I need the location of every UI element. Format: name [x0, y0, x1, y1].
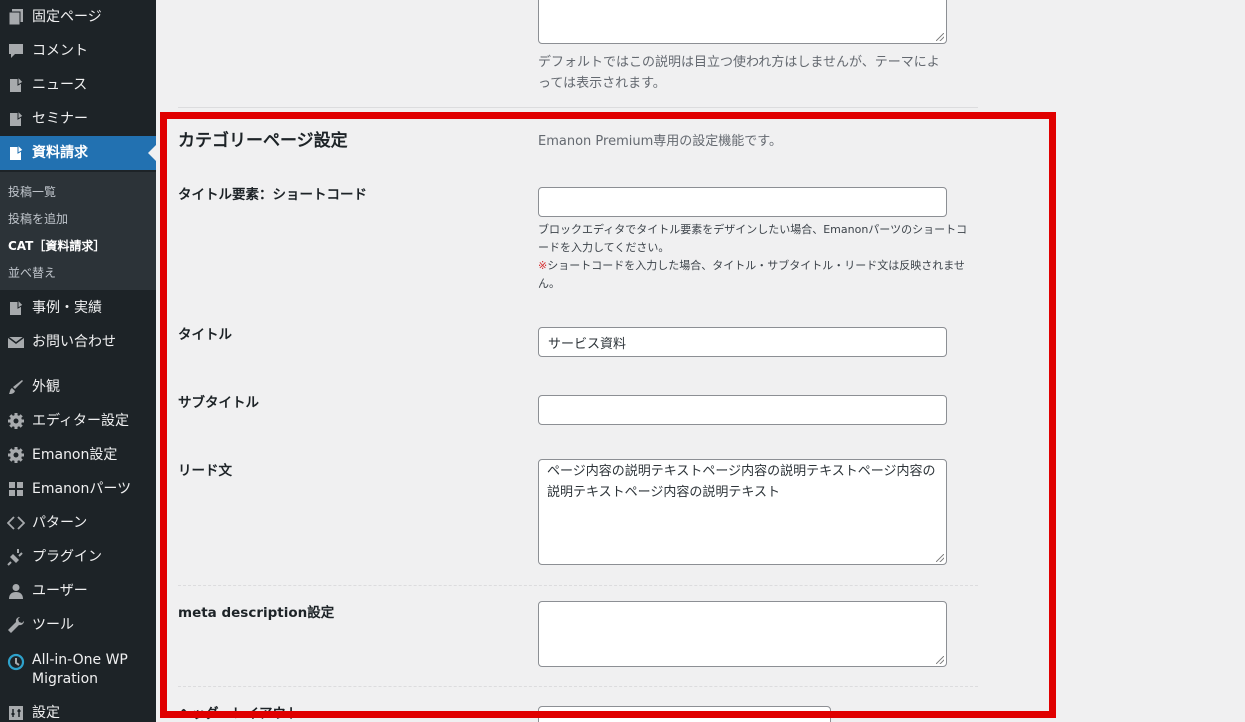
shortcode-input[interactable] [538, 187, 947, 217]
menu-label: エディター設定 [32, 412, 130, 429]
menu-label: ニュース [32, 76, 88, 93]
shortcode-help: ブロックエディタでタイトル要素をデザインしたい場合、Emanonパーツのショート… [538, 221, 968, 294]
migration-icon [0, 651, 32, 671]
lead-text: ページ内容の説明テキストページ内容の説明テキストページ内容の説明テキストページ内… [547, 464, 936, 501]
title-label: タイトル [178, 327, 232, 343]
menu-all-in-one-migration[interactable]: All-in-One WP Migration [0, 643, 156, 693]
diamond-icon [0, 514, 32, 532]
post-icon [0, 110, 32, 128]
wrench-icon [0, 616, 32, 634]
menu-users[interactable]: ユーザー [0, 574, 156, 608]
submenu-sort[interactable]: 並べ替え [0, 259, 156, 286]
menu-label: コメント [32, 42, 88, 59]
section-title: カテゴリーページ設定 [178, 131, 348, 151]
header-layout-select[interactable] [538, 706, 831, 722]
mail-icon [0, 333, 32, 351]
menu-label: Emanonパーツ [32, 480, 132, 497]
menu-comments[interactable]: コメント [0, 34, 156, 68]
user-icon [0, 582, 32, 600]
menu-label: パターン [32, 514, 88, 531]
field-divider [178, 686, 978, 687]
shortcode-label: タイトル要素：ショートコード [178, 187, 367, 203]
description-help: デフォルトではこの説明は目立つ使われ方はしませんが、テーマによっては表示されます… [538, 55, 940, 92]
menu-label: All-in-One WP Migration [32, 652, 128, 687]
menu-contact[interactable]: お問い合わせ [0, 325, 156, 359]
submenu-all-posts[interactable]: 投稿一覧 [0, 178, 156, 205]
post-icon [0, 144, 32, 162]
menu-label: 設定 [32, 704, 60, 721]
title-input[interactable]: サービス資料 [538, 327, 947, 357]
section-note: Emanon Premium専用の設定機能です。 [538, 134, 782, 149]
menu-case-studies[interactable]: 事例・実績 [0, 291, 156, 325]
description-textarea[interactable] [538, 0, 947, 44]
menu-document-request[interactable]: 資料請求 [0, 136, 156, 170]
menu-appearance[interactable]: 外観 [0, 370, 156, 404]
shortcode-help-text: ブロックエディタでタイトル要素をデザインしたい場合、Emanonパーツのショート… [538, 223, 968, 255]
brush-icon [0, 378, 32, 396]
post-icon [0, 299, 32, 317]
warning-text: ショートコードを入力した場合、タイトル・サブタイトル・リード文は反映されません。 [538, 259, 965, 291]
menu-label: 資料請求 [32, 144, 88, 161]
menu-label: セミナー [32, 110, 88, 127]
submenu-add-post[interactable]: 投稿を追加 [0, 205, 156, 232]
menu-label: 事例・実績 [32, 299, 102, 316]
gear-icon [0, 446, 32, 464]
menu-label: ツール [32, 616, 74, 633]
pages-icon [0, 8, 32, 26]
meta-description-label: meta description設定 [178, 605, 335, 621]
subtitle-input[interactable] [538, 395, 947, 425]
menu-label: 外観 [32, 378, 60, 395]
post-icon [0, 76, 32, 94]
menu-label: プラグイン [32, 548, 102, 565]
admin-sidebar: 固定ページ コメント ニュース セミナー 資料請求 投稿一覧 投稿を追加 CAT… [0, 0, 156, 722]
menu-label: ユーザー [32, 582, 88, 599]
menu-label: 固定ページ [32, 8, 102, 25]
menu-seminar[interactable]: セミナー [0, 102, 156, 136]
section-divider [178, 107, 978, 108]
menu-editor-settings[interactable]: エディター設定 [0, 404, 156, 438]
menu-tools[interactable]: ツール [0, 608, 156, 642]
main-content: デフォルトではこの説明は目立つ使われ方はしませんが、テーマによっては表示されます… [156, 0, 1245, 722]
field-divider [178, 585, 978, 586]
lead-label: リード文 [178, 463, 232, 479]
header-layout-label: ヘッダーレイアウト [178, 706, 300, 722]
menu-emanon-parts[interactable]: Emanonパーツ [0, 472, 156, 506]
submenu: 投稿一覧 投稿を追加 CAT［資料請求］ 並べ替え [0, 172, 156, 290]
menu-emanon-settings[interactable]: Emanon設定 [0, 438, 156, 472]
menu-plugins[interactable]: プラグイン [0, 540, 156, 574]
menu-label: Emanon設定 [32, 446, 118, 463]
menu-settings[interactable]: 設定 [0, 696, 156, 722]
menu-news[interactable]: ニュース [0, 68, 156, 102]
warning-mark: ※ [538, 259, 548, 273]
plug-icon [0, 548, 32, 566]
subtitle-label: サブタイトル [178, 395, 259, 411]
settings-icon [0, 704, 32, 722]
gear-icon [0, 412, 32, 430]
grid-icon [0, 480, 32, 498]
meta-description-textarea[interactable] [538, 601, 947, 667]
menu-label: お問い合わせ [32, 333, 116, 350]
menu-patterns[interactable]: パターン [0, 506, 156, 540]
menu-pages[interactable]: 固定ページ [0, 0, 156, 34]
shortcode-warning: ※ショートコードを入力した場合、タイトル・サブタイトル・リード文は反映されません… [538, 257, 968, 293]
comment-icon [0, 42, 32, 60]
submenu-category[interactable]: CAT［資料請求］ [0, 232, 156, 259]
